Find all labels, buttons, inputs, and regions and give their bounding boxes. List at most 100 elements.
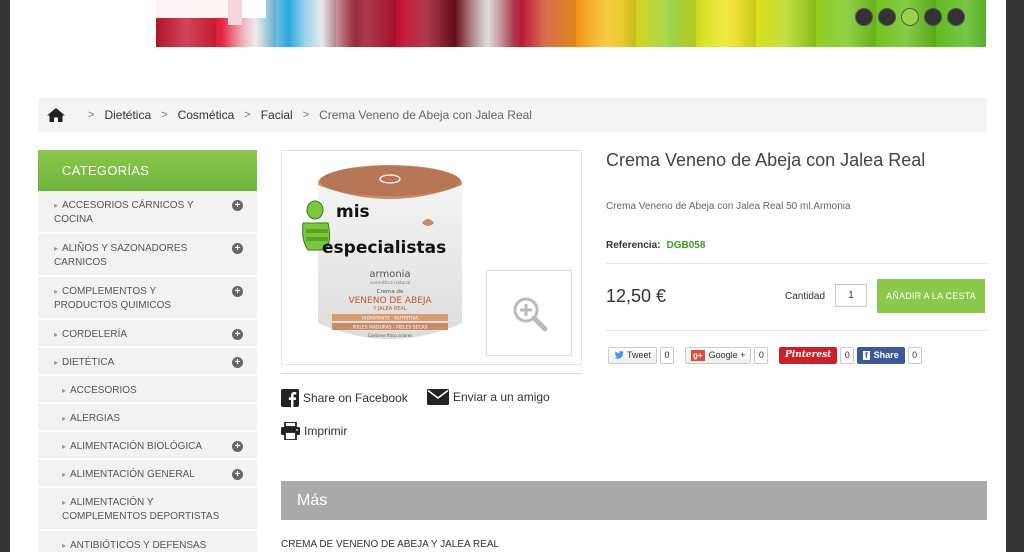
categories-list: ▸ ACCESORIOS CÁRNICOS Y COCINA + ▸ ALIÑOS … bbox=[38, 191, 257, 552]
breadcrumb-separator: > bbox=[88, 109, 95, 121]
expand-icon[interactable]: + bbox=[232, 357, 243, 368]
jar-line2: VENENO DE ABEJA bbox=[348, 296, 432, 306]
bullet-icon: ▸ bbox=[62, 414, 67, 423]
bullet-icon: ▸ bbox=[62, 541, 67, 550]
bullet-icon: ▸ bbox=[62, 442, 67, 451]
print-link[interactable]: Imprimir bbox=[281, 422, 347, 440]
printer-icon bbox=[281, 422, 300, 440]
category-item[interactable]: ▸ DIETÉTICA + bbox=[38, 348, 257, 376]
jar-brand: armonia bbox=[369, 269, 410, 280]
tweet-button[interactable]: Tweet bbox=[608, 346, 658, 364]
watermark-line1: mis bbox=[336, 202, 370, 222]
quantity-input[interactable] bbox=[835, 284, 867, 307]
reference-label: Referencia: bbox=[606, 240, 661, 251]
quantity-label: Cantidad bbox=[785, 291, 826, 302]
divider bbox=[606, 330, 987, 331]
add-to-cart-button[interactable]: AÑADIR A LA CESTA bbox=[877, 279, 985, 313]
category-label: ALIÑOS Y SAZONADORES CARNICOS bbox=[54, 243, 188, 268]
more-info-text: CREMA DE VENENO DE ABEJA Y JALEA REAL bbox=[281, 539, 500, 550]
banner-overlay-accent bbox=[228, 0, 242, 25]
breadcrumb-item[interactable]: Dietética bbox=[104, 108, 151, 122]
banner-pagination bbox=[855, 8, 965, 26]
breadcrumb-separator: > bbox=[244, 109, 251, 121]
tweet-count: 0 bbox=[660, 346, 675, 364]
bullet-icon: ▸ bbox=[62, 386, 67, 395]
product-price: 12,50 € bbox=[606, 286, 667, 306]
category-item[interactable]: ▸ CORDELERÍA + bbox=[38, 320, 257, 348]
expand-icon[interactable]: + bbox=[232, 441, 243, 452]
facebook-f-icon: f bbox=[863, 350, 870, 360]
bullet-icon: ▸ bbox=[62, 498, 67, 507]
send-to-friend-link[interactable]: Enviar a un amigo bbox=[427, 389, 550, 405]
share-facebook-link[interactable]: Share on Facebook bbox=[281, 389, 408, 407]
category-label: ALERGIAS bbox=[70, 413, 121, 424]
category-label: ALIMENTACIÓN Y COMPLEMENTOS DEPORTISTAS bbox=[62, 497, 220, 522]
product-title: Crema Veneno de Abeja con Jalea Real bbox=[606, 150, 926, 170]
tweet-widget: Tweet 0 bbox=[608, 346, 675, 364]
pinterest-button[interactable]: Pinterest bbox=[779, 346, 838, 364]
watermark-logo: mis especialistas bbox=[302, 200, 446, 258]
jar-line3: Y JALEA REAL bbox=[372, 306, 406, 312]
product-short-description: Crema Veneno de Abeja con Jalea Real 50 … bbox=[606, 201, 851, 212]
zoom-thumbnail[interactable] bbox=[486, 270, 572, 356]
subcategory-item[interactable]: ▸ ACCESORIOS bbox=[38, 376, 257, 404]
category-label: ALIMENTACIÓN BIOLÓGICA bbox=[70, 441, 203, 452]
banner-overlay bbox=[156, 0, 266, 18]
google-plus-label: Google + bbox=[708, 350, 746, 360]
bullet-icon: ▸ bbox=[54, 330, 59, 339]
banner-dot-active[interactable] bbox=[901, 8, 919, 26]
bullet-icon: ▸ bbox=[54, 358, 59, 367]
breadcrumb-separator: > bbox=[161, 109, 168, 121]
breadcrumb-item[interactable]: Facial bbox=[261, 108, 293, 122]
expand-icon[interactable]: + bbox=[232, 329, 243, 340]
google-plus-button[interactable]: g+ Google + bbox=[685, 346, 752, 364]
category-label: ANTIBIÓTICOS Y DEFENSAS bbox=[70, 540, 207, 551]
category-label: CORDELERÍA bbox=[62, 329, 128, 340]
zoom-icon bbox=[513, 297, 548, 332]
jar-line5: PIELES MADURAS - PIELES SECAS bbox=[353, 325, 428, 331]
banner-dot[interactable] bbox=[947, 8, 965, 26]
send-to-friend-label: Enviar a un amigo bbox=[453, 390, 550, 404]
bullet-icon: ▸ bbox=[62, 470, 67, 479]
subcategory-item[interactable]: ▸ ALERGIAS bbox=[38, 404, 257, 432]
facebook-share-button[interactable]: f Share bbox=[857, 346, 905, 364]
expand-icon[interactable]: + bbox=[232, 286, 243, 297]
category-item[interactable]: ▸ ACCESORIOS CÁRNICOS Y COCINA + bbox=[38, 191, 257, 234]
subcategory-item[interactable]: ▸ ALIMENTACIÓN BIOLÓGICA + bbox=[38, 432, 257, 460]
category-item[interactable]: ▸ ALIÑOS Y SAZONADORES CARNICOS + bbox=[38, 234, 257, 277]
expand-icon[interactable]: + bbox=[232, 469, 243, 480]
jar-line1: Crema de bbox=[377, 289, 404, 295]
facebook-share-widget: f Share 0 bbox=[857, 346, 922, 364]
expand-icon[interactable]: + bbox=[232, 200, 243, 211]
breadcrumb-item[interactable]: Cosmética bbox=[178, 108, 235, 122]
subcategory-item[interactable]: ▸ ANTIBIÓTICOS Y DEFENSAS bbox=[38, 531, 257, 552]
breadcrumb: > Dietética > Cosmética > Facial > Crema… bbox=[38, 98, 987, 132]
bullet-icon: ▸ bbox=[54, 244, 59, 253]
twitter-icon bbox=[614, 351, 624, 359]
banner-dot[interactable] bbox=[924, 8, 942, 26]
category-label: ACCESORIOS bbox=[70, 385, 137, 396]
categories-header: CATEGORÍAS bbox=[38, 150, 257, 191]
envelope-icon bbox=[427, 389, 449, 405]
facebook-share-label: Share bbox=[873, 350, 899, 360]
watermark-line2: especialistas bbox=[322, 238, 446, 258]
expand-icon[interactable]: + bbox=[232, 243, 243, 254]
facebook-icon bbox=[281, 389, 299, 407]
reference-code: DGB058 bbox=[666, 240, 706, 251]
facebook-share-count: 0 bbox=[907, 346, 922, 364]
category-label: DIETÉTICA bbox=[62, 357, 115, 368]
breadcrumb-current: Crema Veneno de Abeja con Jalea Real bbox=[319, 108, 532, 122]
breadcrumb-separator: > bbox=[302, 109, 310, 121]
tweet-label: Tweet bbox=[627, 350, 652, 360]
pinterest-widget: Pinterest 0 bbox=[779, 346, 855, 364]
subcategory-item[interactable]: ▸ ALIMENTACIÓN GENERAL + bbox=[38, 460, 257, 488]
home-icon[interactable] bbox=[46, 107, 66, 123]
subcategory-item[interactable]: ▸ ALIMENTACIÓN Y COMPLEMENTOS DEPORTISTAS bbox=[38, 488, 257, 531]
banner-dot[interactable] bbox=[878, 8, 896, 26]
category-label: COMPLEMENTOS Y PRODUCTOS QUIMICOS bbox=[54, 286, 172, 311]
divider bbox=[281, 373, 582, 374]
category-item[interactable]: ▸ COMPLEMENTOS Y PRODUCTOS QUIMICOS + bbox=[38, 277, 257, 320]
banner-dot[interactable] bbox=[855, 8, 873, 26]
share-facebook-label: Share on Facebook bbox=[303, 391, 408, 405]
bullet-icon: ▸ bbox=[54, 287, 59, 296]
